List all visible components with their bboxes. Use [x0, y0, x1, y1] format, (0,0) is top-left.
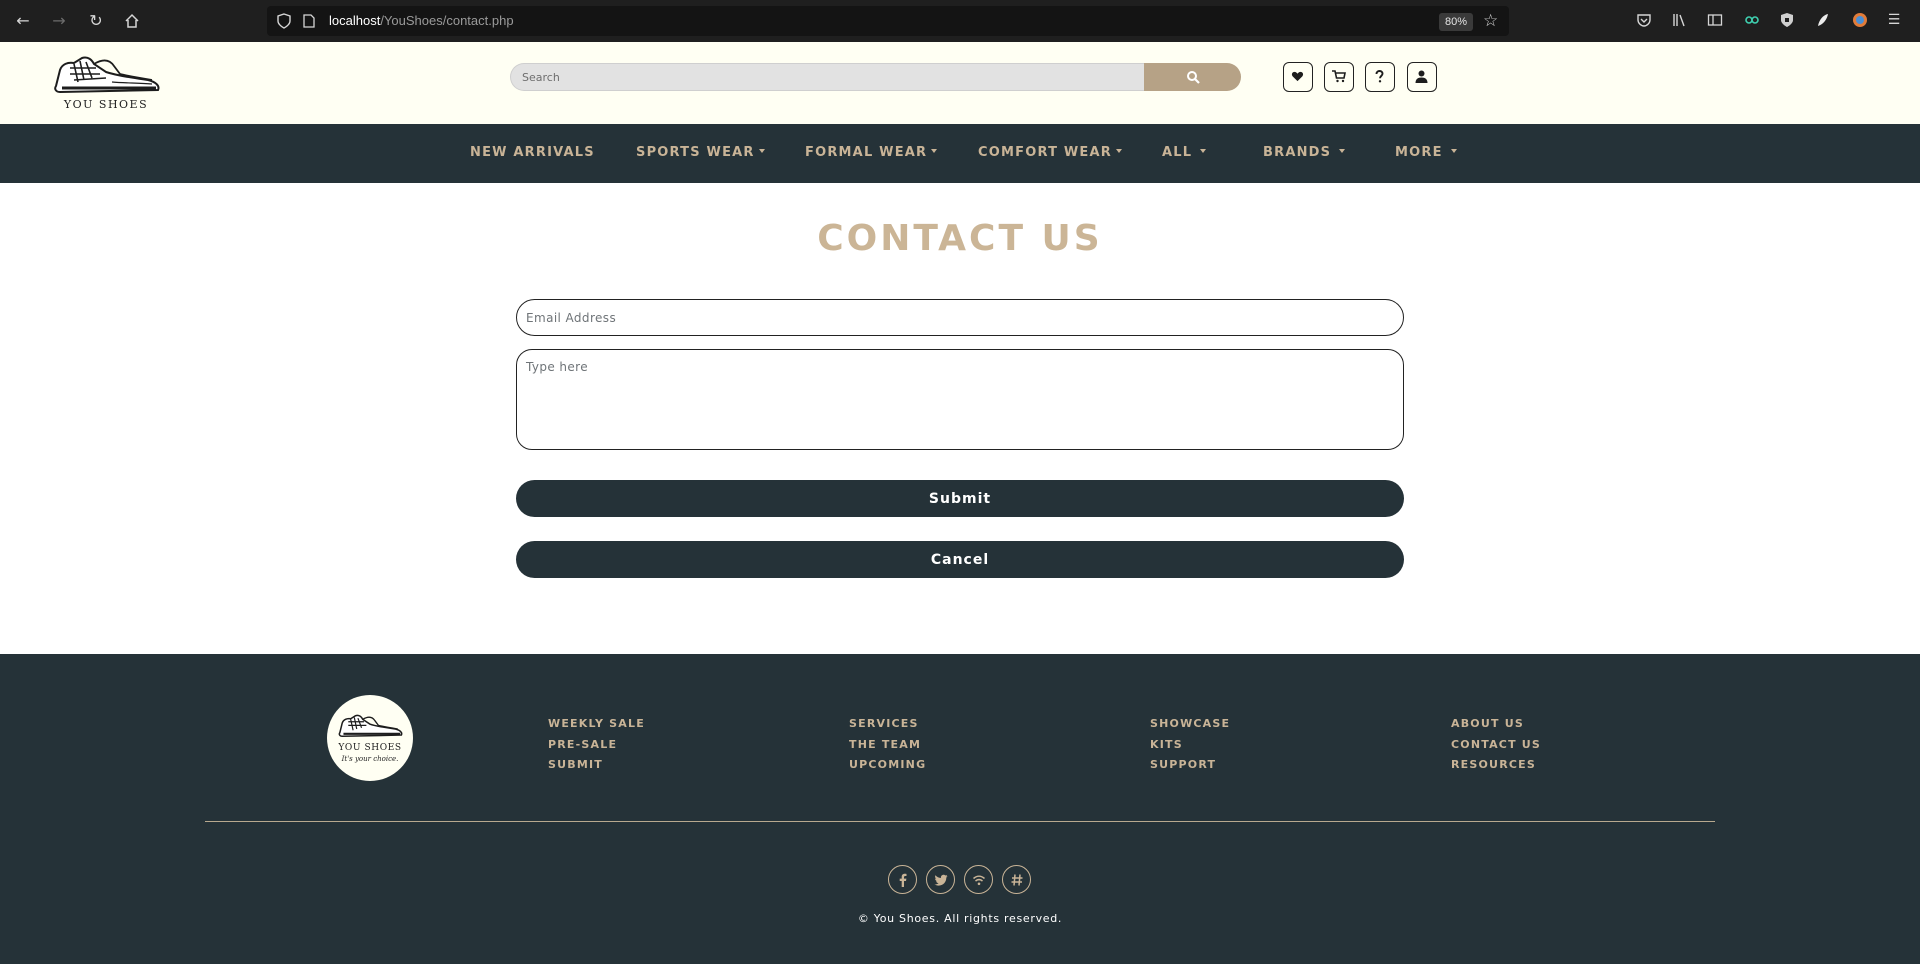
footer-link-support[interactable]: SUPPORT [1150, 755, 1230, 776]
reload-icon[interactable]: ↻ [85, 10, 107, 32]
facebook-icon [899, 873, 907, 887]
email-field[interactable] [516, 299, 1404, 336]
cart-icon [1332, 70, 1346, 83]
site-header: YOU SHOES [0, 42, 1920, 124]
nav-brands[interactable]: BRANDS [1263, 145, 1346, 160]
rss-icon [973, 875, 985, 886]
footer-logo-title: YOU SHOES [338, 743, 402, 753]
sneaker-logo-icon [338, 714, 403, 738]
search-bar [510, 63, 1241, 91]
search-input[interactable] [510, 63, 1144, 91]
cancel-button[interactable]: Cancel [516, 541, 1404, 578]
page-info-icon[interactable] [303, 14, 315, 28]
footer-link-showcase[interactable]: SHOWCASE [1150, 714, 1230, 735]
heart-icon [1291, 71, 1304, 82]
back-icon[interactable]: ← [12, 10, 34, 32]
bookmark-star-icon[interactable]: ☆ [1483, 11, 1498, 31]
message-field[interactable] [516, 349, 1404, 450]
address-bar[interactable]: localhost/YouShoes/contact.php 80% ☆ [267, 6, 1509, 36]
footer-divider [205, 821, 1715, 822]
profile-icon[interactable] [1850, 10, 1870, 30]
footer-link-about-us[interactable]: ABOUT US [1451, 714, 1541, 735]
wishlist-button[interactable] [1283, 62, 1313, 92]
footer-link-resources[interactable]: RESOURCES [1451, 755, 1541, 776]
footer-column: SERVICES THE TEAM UPCOMING [849, 714, 926, 776]
footer-link-pre-sale[interactable]: PRE-SALE [548, 735, 645, 756]
rss-link[interactable] [964, 865, 993, 894]
footer-column: SHOWCASE KITS SUPPORT [1150, 714, 1230, 776]
nav-formal-wear[interactable]: FORMAL WEAR [805, 145, 938, 160]
library-icon[interactable] [1670, 10, 1690, 30]
footer-logo-tagline: It's your choice. [341, 755, 399, 763]
logo-text: YOU SHOES [63, 98, 149, 111]
footer-link-weekly-sale[interactable]: WEEKLY SALE [548, 714, 645, 735]
footer-link-the-team[interactable]: THE TEAM [849, 735, 926, 756]
footer-link-submit[interactable]: SUBMIT [548, 755, 645, 776]
main-navigation: NEW ARRIVALS SPORTS WEAR FORMAL WEAR COM… [0, 124, 1920, 183]
nav-label: FORMAL WEAR [805, 145, 928, 160]
footer-link-upcoming[interactable]: UPCOMING [849, 755, 926, 776]
footer-link-kits[interactable]: KITS [1150, 735, 1230, 756]
shield-extension-icon[interactable] [1777, 10, 1797, 30]
menu-icon[interactable]: ☰ [1884, 10, 1904, 30]
feather-extension-icon[interactable] [1813, 10, 1833, 30]
nav-sports-wear[interactable]: SPORTS WEAR [636, 145, 765, 160]
zoom-level[interactable]: 80% [1439, 13, 1473, 31]
url-path: /YouShoes/contact.php [380, 13, 514, 28]
nav-label: SPORTS WEAR [636, 145, 755, 160]
twitter-link[interactable] [926, 865, 955, 894]
caret-down-icon [758, 148, 765, 153]
nav-label: BRANDS [1263, 145, 1332, 160]
footer-column: ABOUT US CONTACT US RESOURCES [1451, 714, 1541, 776]
nav-label: NEW ARRIVALS [470, 145, 595, 160]
url-text[interactable]: localhost/YouShoes/contact.php [329, 13, 514, 28]
footer-column: WEEKLY SALE PRE-SALE SUBMIT [548, 714, 645, 776]
caret-down-icon [1200, 148, 1207, 153]
site-logo[interactable]: YOU SHOES [48, 52, 164, 116]
nav-comfort-wear[interactable]: COMFORT WEAR [978, 145, 1122, 160]
facebook-link[interactable] [888, 865, 917, 894]
nav-all[interactable]: ALL [1162, 145, 1207, 160]
nav-label: ALL [1162, 145, 1193, 160]
caret-down-icon [1450, 148, 1457, 153]
hashtag-link[interactable] [1002, 865, 1031, 894]
footer-link-services[interactable]: SERVICES [849, 714, 926, 735]
url-host: localhost [329, 13, 381, 28]
caret-down-icon [931, 148, 938, 153]
nav-more[interactable]: MORE [1395, 145, 1457, 160]
submit-button[interactable]: Submit [516, 480, 1404, 517]
sneaker-logo-icon [54, 56, 160, 94]
search-button[interactable] [1144, 63, 1241, 91]
nav-label: MORE [1395, 145, 1443, 160]
search-icon [1187, 71, 1200, 84]
nav-new-arrivals[interactable]: NEW ARRIVALS [470, 145, 595, 160]
site-footer: YOU SHOES It's your choice. WEEKLY SALE … [0, 654, 1920, 964]
help-button[interactable] [1365, 62, 1395, 92]
home-icon[interactable] [121, 10, 143, 32]
twitter-icon [934, 874, 948, 886]
help-icon [1375, 70, 1384, 83]
cart-button[interactable] [1324, 62, 1354, 92]
footer-logo[interactable]: YOU SHOES It's your choice. [327, 695, 413, 781]
hashtag-icon [1011, 874, 1023, 886]
footer-link-contact-us[interactable]: CONTACT US [1451, 735, 1541, 756]
nav-label: COMFORT WEAR [978, 145, 1112, 160]
caret-down-icon [1339, 148, 1346, 153]
browser-toolbar: ← → ↻ localhost/YouShoes/contact.php 80%… [0, 0, 1920, 42]
sidebar-icon[interactable] [1705, 10, 1725, 30]
copyright-text: © You Shoes. All rights reserved. [857, 912, 1063, 925]
caret-down-icon [1115, 148, 1122, 153]
forward-icon[interactable]: → [48, 10, 70, 32]
page-title: CONTACT US [817, 218, 1103, 259]
account-button[interactable] [1407, 62, 1437, 92]
tracking-shield-icon[interactable] [277, 13, 291, 29]
extension-icon[interactable] [1742, 10, 1762, 30]
user-icon [1415, 70, 1428, 83]
pocket-icon[interactable] [1634, 10, 1654, 30]
